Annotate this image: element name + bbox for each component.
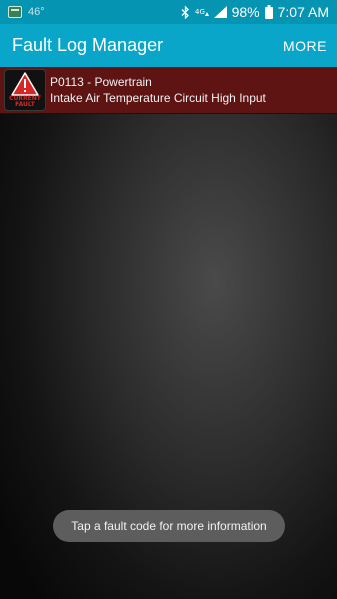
- temperature-text: 46°: [28, 6, 45, 18]
- battery-percent: 98%: [231, 4, 260, 20]
- fault-text: P0113 - Powertrain Intake Air Temperatur…: [50, 74, 266, 106]
- fault-list-item[interactable]: CURRENT FAULT P0113 - Powertrain Intake …: [0, 67, 337, 114]
- fault-description: Intake Air Temperature Circuit High Inpu…: [50, 91, 266, 105]
- fault-code: P0113 - Powertrain: [50, 75, 152, 89]
- app-title: Fault Log Manager: [12, 35, 164, 55]
- signal-icon: [213, 6, 227, 18]
- notification-icon: [8, 6, 22, 18]
- status-right: 4G 98% 7:07 AM: [181, 4, 337, 20]
- current-fault-badge: CURRENT FAULT: [4, 69, 46, 111]
- fault-list: CURRENT FAULT P0113 - Powertrain Intake …: [0, 67, 337, 599]
- more-button[interactable]: MORE: [283, 38, 337, 54]
- current-fault-label: CURRENT FAULT: [9, 95, 41, 108]
- clock: 7:07 AM: [277, 4, 329, 20]
- status-bar: 46° 4G 98% 7:07 AM: [0, 0, 337, 24]
- bluetooth-icon: [181, 5, 190, 19]
- toast-message: Tap a fault code for more information: [53, 510, 285, 542]
- status-left: 46°: [0, 6, 45, 18]
- battery-icon: [264, 5, 273, 19]
- app-bar: Fault Log Manager MORE: [0, 24, 337, 67]
- network-4g-icon: 4G: [195, 6, 209, 19]
- network-label: 4G: [195, 8, 205, 16]
